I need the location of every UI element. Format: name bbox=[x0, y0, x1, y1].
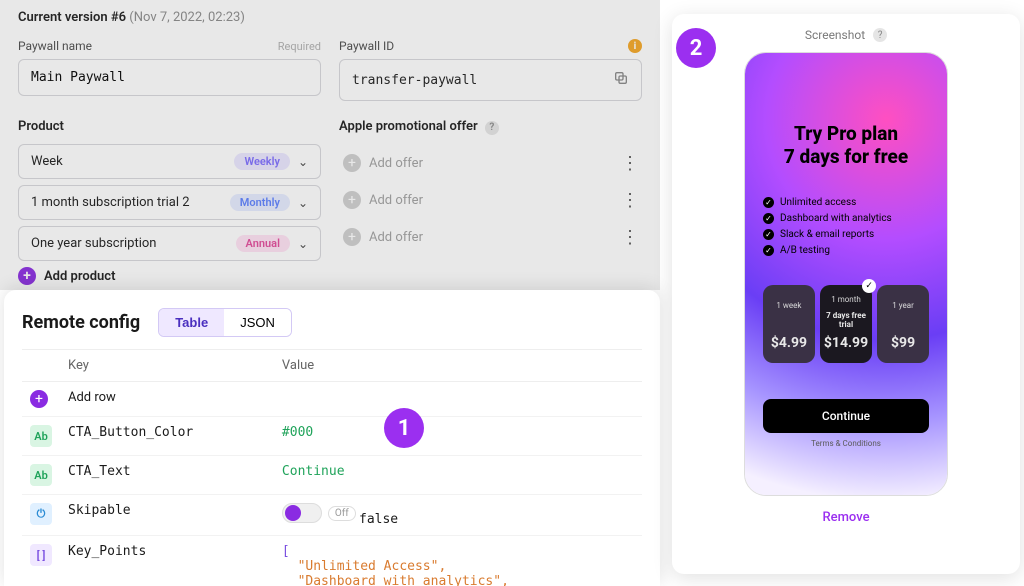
chevron-down-icon[interactable]: ⌄ bbox=[298, 237, 308, 251]
version-timestamp: (Nov 7, 2022, 02:23) bbox=[129, 10, 245, 25]
config-value[interactable]: Off false bbox=[274, 495, 642, 536]
plus-icon: + bbox=[18, 267, 36, 285]
phone-mockup: Try Pro plan 7 days for free ✓Unlimited … bbox=[744, 52, 948, 496]
config-key: Key_Points bbox=[60, 536, 274, 586]
config-table: Key Value + Add rowAb CTA_Button_Color #… bbox=[22, 349, 642, 586]
version-row: Current version #6 (Nov 7, 2022, 02:23) bbox=[18, 10, 642, 25]
paywall-headline: Try Pro plan 7 days for free bbox=[763, 123, 929, 169]
info-icon[interactable]: i bbox=[628, 39, 642, 53]
config-row[interactable]: Ab CTA_Button_Color #000 bbox=[22, 417, 642, 456]
preview-title: Screenshot bbox=[805, 28, 865, 42]
terms-link[interactable]: Terms & Conditions bbox=[763, 439, 929, 448]
check-icon: ✓ bbox=[763, 197, 774, 208]
check-icon: ✓ bbox=[862, 279, 876, 293]
plan-card[interactable]: 1 month7 days free trial$14.99✓ bbox=[820, 285, 872, 363]
feature-item: ✓Slack & email reports bbox=[763, 229, 929, 240]
paywall-id-label: Paywall ID bbox=[339, 39, 394, 53]
type-icon: ⏻ bbox=[22, 495, 60, 536]
more-icon[interactable]: ⋮ bbox=[621, 190, 638, 211]
callout-badge-2: 2 bbox=[676, 28, 716, 68]
product-section-label: Product bbox=[18, 119, 321, 134]
tab-json[interactable]: JSON bbox=[224, 309, 291, 336]
type-icon: Ab bbox=[22, 456, 60, 495]
feature-item: ✓Dashboard with analytics bbox=[763, 213, 929, 224]
product-name: One year subscription bbox=[31, 236, 156, 251]
remote-config-title: Remote config bbox=[22, 312, 140, 333]
config-value[interactable]: #000 bbox=[274, 417, 642, 456]
chevron-down-icon[interactable]: ⌄ bbox=[298, 155, 308, 169]
product-item[interactable]: One year subscription Annual ⌄ bbox=[18, 226, 321, 261]
plan-card[interactable]: 1 week$4.99 bbox=[763, 285, 815, 363]
help-icon[interactable]: ? bbox=[873, 28, 887, 42]
period-pill: Annual bbox=[236, 235, 290, 252]
product-item[interactable]: 1 month subscription trial 2 Monthly ⌄ bbox=[18, 185, 321, 220]
toggle-switch[interactable]: Off bbox=[282, 503, 356, 523]
config-row[interactable]: [ ] Key_Points [ "Unlimited Access", "Da… bbox=[22, 536, 642, 586]
paywall-config-form: Current version #6 (Nov 7, 2022, 02:23) … bbox=[0, 0, 660, 295]
version-label: Current version #6 bbox=[18, 10, 126, 25]
help-icon[interactable]: ? bbox=[485, 121, 499, 135]
config-key: CTA_Button_Color bbox=[60, 417, 274, 456]
required-label: Required bbox=[278, 40, 321, 53]
tab-table[interactable]: Table bbox=[159, 309, 224, 336]
paywall-name-input[interactable] bbox=[18, 59, 321, 96]
add-offer-button[interactable]: +Add offer bbox=[343, 228, 423, 246]
paywall-id-value: transfer-paywall bbox=[352, 73, 477, 88]
offer-row: +Add offer ⋮ bbox=[339, 219, 642, 256]
add-product-button[interactable]: + Add product bbox=[18, 267, 321, 285]
type-icon: Ab bbox=[22, 417, 60, 456]
config-key: Skipable bbox=[60, 495, 274, 536]
add-offer-button[interactable]: +Add offer bbox=[343, 191, 423, 209]
type-icon: [ ] bbox=[22, 536, 60, 586]
copy-icon[interactable] bbox=[613, 70, 629, 90]
feature-item: ✓Unlimited access bbox=[763, 197, 929, 208]
offer-row: +Add offer ⋮ bbox=[339, 182, 642, 219]
config-value[interactable]: Continue bbox=[274, 456, 642, 495]
plus-icon: + bbox=[343, 154, 361, 172]
col-key: Key bbox=[60, 350, 274, 382]
screenshot-preview-panel: Screenshot ? Try Pro plan 7 days for fre… bbox=[672, 14, 1020, 574]
product-name: 1 month subscription trial 2 bbox=[31, 195, 190, 210]
plus-icon: + bbox=[343, 228, 361, 246]
config-value[interactable]: [ "Unlimited Access", "Dashboard with an… bbox=[274, 536, 642, 586]
more-icon[interactable]: ⋮ bbox=[621, 227, 638, 248]
plan-card[interactable]: 1 year$99 bbox=[877, 285, 929, 363]
check-icon: ✓ bbox=[763, 245, 774, 256]
product-item[interactable]: Week Weekly ⌄ bbox=[18, 144, 321, 179]
plus-icon: + bbox=[343, 191, 361, 209]
check-icon: ✓ bbox=[763, 229, 774, 240]
col-value: Value bbox=[274, 350, 642, 382]
continue-button[interactable]: Continue bbox=[763, 399, 929, 433]
chevron-down-icon[interactable]: ⌄ bbox=[298, 196, 308, 210]
config-row[interactable]: Ab CTA_Text Continue bbox=[22, 456, 642, 495]
add-offer-button[interactable]: +Add offer bbox=[343, 154, 423, 172]
config-row[interactable]: ⏻ Skipable Off false bbox=[22, 495, 642, 536]
check-icon: ✓ bbox=[763, 213, 774, 224]
product-name: Week bbox=[31, 154, 63, 169]
remote-config-panel: Remote config Table JSON Key Value + Add… bbox=[4, 290, 660, 586]
period-pill: Weekly bbox=[234, 153, 289, 170]
add-row-button[interactable]: Add row bbox=[60, 382, 642, 417]
offer-row: +Add offer ⋮ bbox=[339, 145, 642, 182]
config-key: CTA_Text bbox=[60, 456, 274, 495]
view-toggle: Table JSON bbox=[158, 308, 292, 337]
paywall-name-label: Paywall name bbox=[18, 39, 92, 53]
more-icon[interactable]: ⋮ bbox=[621, 153, 638, 174]
remove-button[interactable]: Remove bbox=[822, 510, 869, 525]
offer-section-label: Apple promotional offer ? bbox=[339, 119, 642, 135]
period-pill: Monthly bbox=[230, 194, 290, 211]
callout-badge-1: 1 bbox=[384, 408, 424, 448]
plus-icon: + bbox=[30, 390, 48, 408]
feature-item: ✓A/B testing bbox=[763, 245, 929, 256]
